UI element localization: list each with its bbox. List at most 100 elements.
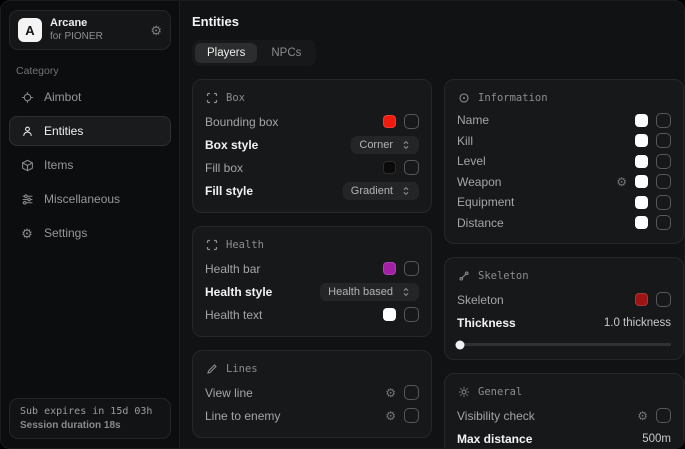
scan-brackets-icon [205, 92, 218, 105]
color-swatch[interactable] [383, 262, 396, 275]
color-swatch[interactable] [635, 155, 648, 168]
fill-box-row: Fill box [205, 156, 419, 179]
arcane-menu-window: A Arcane for PIONER ⚙ Category Aimbot En… [0, 0, 685, 449]
row-label: Bounding box [205, 115, 278, 129]
row-label: Weapon [457, 175, 501, 189]
card-title: Box [226, 92, 245, 104]
health-style-dropdown[interactable]: Health based [320, 283, 419, 301]
name-checkbox[interactable] [656, 113, 671, 128]
category-label: Category [16, 65, 164, 77]
entity-tabs: Players NPCs [192, 40, 316, 66]
color-swatch[interactable] [635, 293, 648, 306]
sidebar: A Arcane for PIONER ⚙ Category Aimbot En… [1, 1, 180, 448]
sidebar-item-aimbot[interactable]: Aimbot [9, 82, 171, 112]
color-swatch[interactable] [383, 308, 396, 321]
package-icon [20, 158, 34, 172]
name-row: Name [457, 110, 671, 131]
health-bar-checkbox[interactable] [404, 261, 419, 276]
skeleton-checkbox[interactable] [656, 292, 671, 307]
fill-style-dropdown[interactable]: Gradient [343, 182, 419, 200]
row-label: View line [205, 386, 253, 400]
tab-npcs[interactable]: NPCs [259, 43, 313, 63]
unfold-icon [400, 286, 411, 297]
session-duration-text: Session duration 18s [20, 420, 160, 431]
health-card-header: Health [205, 235, 419, 255]
account-gear-icon[interactable]: ⚙ [150, 24, 162, 37]
bounding-box-checkbox[interactable] [404, 114, 419, 129]
sub-expiry-text: Sub expires in 15d 03h [20, 406, 160, 417]
view-line-checkbox[interactable] [404, 385, 419, 400]
tab-players[interactable]: Players [195, 43, 257, 63]
row-label: Distance [457, 216, 504, 230]
row-label: Health bar [205, 262, 260, 276]
unfold-icon [400, 185, 411, 196]
sidebar-item-label: Miscellaneous [44, 192, 120, 206]
weapon-config-gear-icon[interactable]: ⚙ [616, 176, 627, 188]
line-to-enemy-checkbox[interactable] [404, 408, 419, 423]
max-distance-row: Max distance 500m [457, 427, 671, 449]
sidebar-item-settings[interactable]: ⚙ Settings [9, 218, 171, 248]
card-title: Information [478, 92, 548, 104]
color-swatch[interactable] [635, 216, 648, 229]
sun-icon [457, 386, 470, 399]
skeleton-row: Skeleton [457, 288, 671, 311]
sidebar-item-items[interactable]: Items [9, 150, 171, 180]
crosshair-icon [20, 90, 34, 104]
logo-card: A Arcane for PIONER ⚙ [9, 10, 171, 50]
subscription-info-card: Sub expires in 15d 03h Session duration … [9, 398, 171, 439]
box-style-dropdown[interactable]: Corner [351, 136, 419, 154]
sidebar-item-label: Settings [44, 226, 87, 240]
view-line-config-gear-icon[interactable]: ⚙ [385, 387, 396, 399]
general-card-header: General [457, 382, 671, 402]
color-swatch[interactable] [383, 115, 396, 128]
row-label: Health style [205, 285, 272, 299]
equipment-row: Equipment [457, 192, 671, 213]
app-subtitle: for PIONER [50, 31, 103, 44]
color-swatch[interactable] [635, 134, 648, 147]
card-title: Lines [226, 363, 258, 375]
color-swatch[interactable] [635, 175, 648, 188]
unfold-icon [400, 139, 411, 150]
bounding-box-row: Bounding box [205, 110, 419, 133]
visibility-config-gear-icon[interactable]: ⚙ [637, 410, 648, 422]
right-column: Information Name Kill [444, 79, 684, 449]
sliders-icon [20, 192, 34, 206]
dropdown-value: Corner [359, 139, 393, 151]
row-label: Level [457, 154, 486, 168]
kill-checkbox[interactable] [656, 133, 671, 148]
logo-texts: Arcane for PIONER [50, 17, 103, 43]
health-text-checkbox[interactable] [404, 307, 419, 322]
level-row: Level [457, 151, 671, 172]
row-label: Skeleton [457, 293, 504, 307]
sidebar-nav: Aimbot Entities Items Miscellaneous [9, 82, 171, 248]
sidebar-item-miscellaneous[interactable]: Miscellaneous [9, 184, 171, 214]
visibility-check-checkbox[interactable] [656, 408, 671, 423]
sidebar-item-entities[interactable]: Entities [9, 116, 171, 146]
distance-checkbox[interactable] [656, 215, 671, 230]
view-line-row: View line ⚙ [205, 381, 419, 404]
card-title: Skeleton [478, 270, 529, 282]
sidebar-item-label: Entities [44, 124, 83, 138]
page-title: Entities [192, 14, 684, 29]
main-content: Entities Players NPCs Box Bounding box [180, 1, 685, 448]
fill-style-row: Fill style Gradient [205, 179, 419, 202]
color-swatch[interactable] [383, 161, 396, 174]
skeleton-card-header: Skeleton [457, 266, 671, 286]
weapon-row: Weapon ⚙ [457, 172, 671, 193]
thickness-slider-thumb[interactable] [456, 340, 465, 349]
bone-icon [457, 270, 470, 283]
health-style-row: Health style Health based [205, 280, 419, 303]
person-icon [20, 124, 34, 138]
skeleton-card: Skeleton Skeleton Thickness 1.0 thicknes… [444, 257, 684, 360]
level-checkbox[interactable] [656, 154, 671, 169]
row-label: Equipment [457, 195, 514, 209]
weapon-checkbox[interactable] [656, 174, 671, 189]
equipment-checkbox[interactable] [656, 195, 671, 210]
color-swatch[interactable] [635, 196, 648, 209]
thickness-slider[interactable] [457, 343, 671, 346]
line-to-enemy-config-gear-icon[interactable]: ⚙ [385, 410, 396, 422]
health-text-row: Health text [205, 303, 419, 326]
fill-box-checkbox[interactable] [404, 160, 419, 175]
thickness-row: Thickness 1.0 thickness [457, 311, 671, 334]
color-swatch[interactable] [635, 114, 648, 127]
